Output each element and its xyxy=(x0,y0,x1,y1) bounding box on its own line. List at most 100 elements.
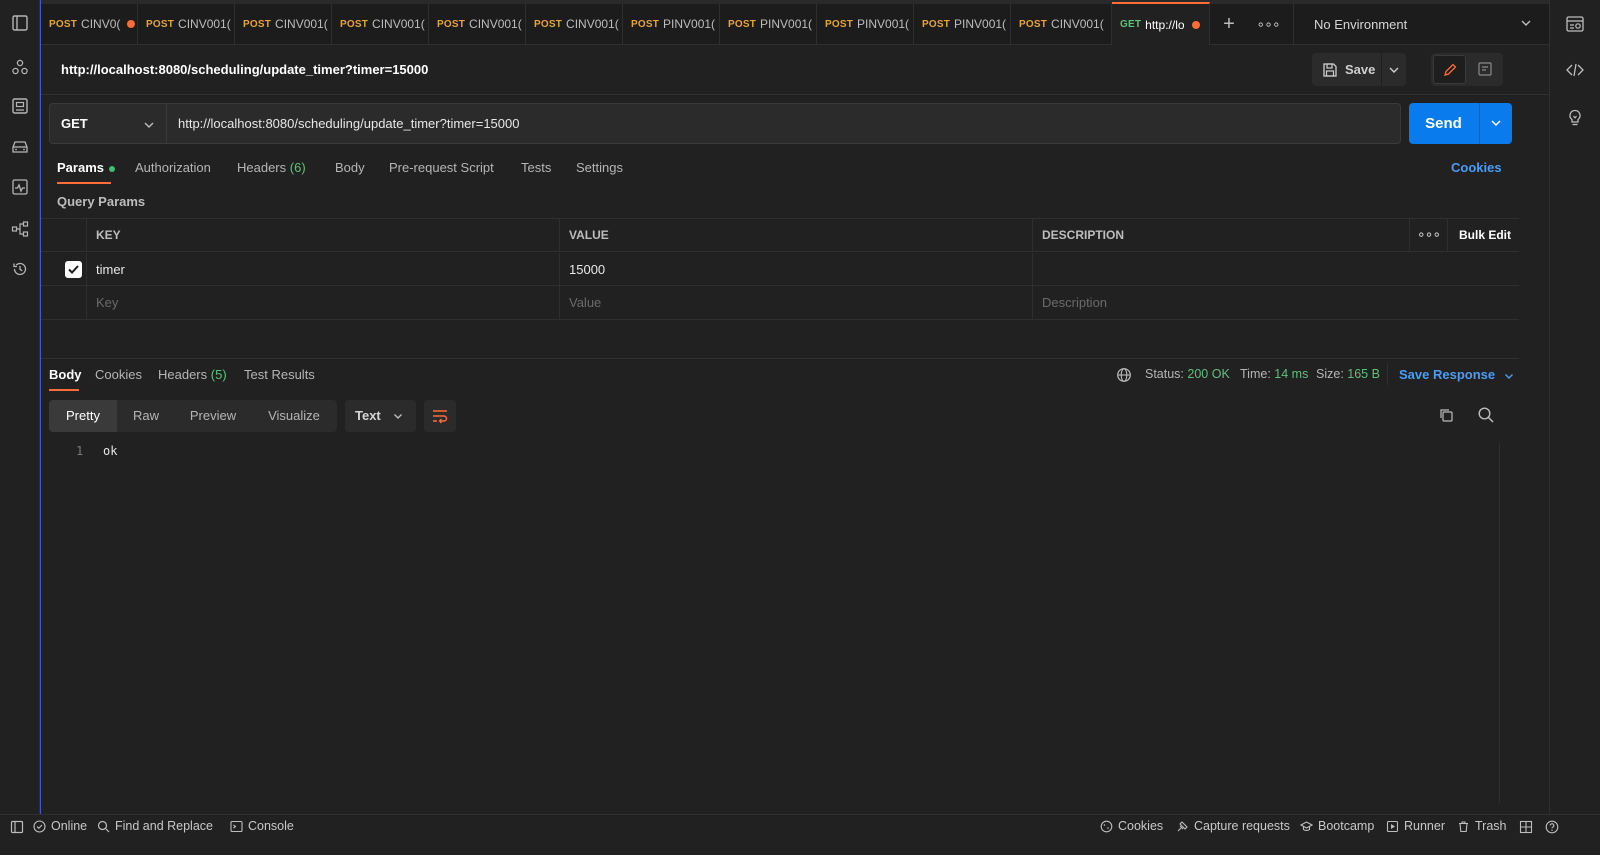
format-pretty[interactable]: Pretty xyxy=(49,400,117,432)
request-tab[interactable]: POST PINV001( xyxy=(817,4,914,44)
search-icon[interactable] xyxy=(1477,406,1495,424)
request-tab[interactable]: POST CINV001( xyxy=(138,4,235,44)
trash-button[interactable]: Trash xyxy=(1457,819,1507,833)
tab-prerequest-script[interactable]: Pre-request Script xyxy=(389,160,494,175)
new-key-field[interactable]: Key xyxy=(86,286,559,319)
param-value[interactable]: 15000 xyxy=(559,253,1032,286)
bulk-edit-button[interactable]: Bulk Edit xyxy=(1447,219,1519,252)
query-params-title: Query Params xyxy=(57,194,146,209)
request-tab[interactable]: POST CINV001( xyxy=(332,4,429,44)
tab-params[interactable]: Params xyxy=(57,160,115,175)
unsaved-dot xyxy=(1191,20,1200,29)
two-pane-view-icon[interactable] xyxy=(1519,820,1533,834)
new-value-field[interactable]: Value xyxy=(559,286,1032,319)
chevron-down-icon[interactable] xyxy=(1387,63,1401,77)
format-raw[interactable]: Raw xyxy=(117,400,175,432)
online-status[interactable]: Online xyxy=(33,819,87,833)
help-icon[interactable] xyxy=(1545,820,1559,834)
request-tab[interactable]: POST CINV001( xyxy=(526,4,623,44)
request-tab[interactable]: POST PINV001( xyxy=(720,4,817,44)
format-preview[interactable]: Preview xyxy=(175,400,251,432)
save-split-divider xyxy=(1381,53,1382,86)
send-button[interactable]: Send xyxy=(1409,103,1512,144)
bootcamp-icon xyxy=(1300,820,1313,831)
column-options-button[interactable]: ∘∘∘ xyxy=(1409,219,1447,252)
collections-icon[interactable] xyxy=(11,14,29,32)
copy-icon[interactable] xyxy=(1438,407,1454,423)
monitors-icon[interactable] xyxy=(11,178,29,196)
response-tab-body[interactable]: Body xyxy=(49,367,82,382)
response-tab-headers[interactable]: Headers (5) xyxy=(158,367,227,382)
response-tab-test-results[interactable]: Test Results xyxy=(244,367,315,382)
active-response-tab-indicator xyxy=(49,389,79,391)
tab-headers[interactable]: Headers (6) xyxy=(237,160,306,175)
history-icon[interactable] xyxy=(11,260,29,278)
table-row: Key Value Description xyxy=(41,286,1519,319)
method-selector[interactable]: GET xyxy=(49,103,167,144)
request-tab[interactable]: POST CINV001( xyxy=(1011,4,1112,44)
tab-method: POST xyxy=(1019,18,1048,30)
new-description-field[interactable]: Description xyxy=(1032,286,1519,319)
cookies-button[interactable]: Cookies xyxy=(1100,819,1163,833)
apis-icon[interactable] xyxy=(11,58,29,76)
cookies-link[interactable]: Cookies xyxy=(1451,160,1502,175)
request-tab[interactable]: POST CINV001( xyxy=(429,4,526,44)
request-title[interactable]: http://localhost:8080/scheduling/update_… xyxy=(61,62,428,77)
flows-icon[interactable] xyxy=(11,220,29,238)
globe-icon[interactable] xyxy=(1116,367,1132,383)
documentation-mode-button[interactable] xyxy=(1469,55,1501,84)
tab-authorization[interactable]: Authorization xyxy=(135,160,211,175)
edit-mode-button[interactable] xyxy=(1433,55,1466,84)
response-pane-divider[interactable] xyxy=(41,358,1519,359)
environment-selector[interactable]: No Environment xyxy=(1293,4,1549,44)
params-active-dot xyxy=(108,165,115,172)
status-info[interactable]: Status: 200 OK xyxy=(1145,367,1230,381)
url-input[interactable] xyxy=(167,103,1401,144)
request-tab[interactable]: POST CINV0( xyxy=(41,4,138,44)
save-button[interactable]: Save xyxy=(1312,53,1406,86)
save-response-button[interactable]: Save Response xyxy=(1399,367,1515,382)
format-visualize[interactable]: Visualize xyxy=(251,400,337,432)
environments-icon[interactable] xyxy=(11,97,29,115)
tab-method: GET xyxy=(1120,19,1142,30)
runner-button[interactable]: Runner xyxy=(1386,819,1445,833)
size-label: Size: xyxy=(1316,367,1344,381)
active-tab-indicator xyxy=(57,182,111,184)
tab-body[interactable]: Body xyxy=(335,160,365,175)
request-tab[interactable]: POST PINV001( xyxy=(914,4,1011,44)
new-tab-button[interactable]: + xyxy=(1217,13,1241,37)
editor-scrollbar[interactable] xyxy=(1499,443,1500,803)
header-divider xyxy=(41,94,1549,95)
tab-options-button[interactable]: ∘∘∘ xyxy=(1255,13,1281,37)
console-button[interactable]: Console xyxy=(230,819,294,833)
response-tab-cookies[interactable]: Cookies xyxy=(95,367,142,382)
param-description[interactable] xyxy=(1032,253,1519,286)
request-tab[interactable]: POST PINV001( xyxy=(623,4,720,44)
toggle-sidebar-icon[interactable] xyxy=(10,820,24,834)
tab-settings[interactable]: Settings xyxy=(576,160,623,175)
find-and-replace-button[interactable]: Find and Replace xyxy=(97,819,213,833)
params-table: KEY VALUE DESCRIPTION ∘∘∘ Bulk Edit time… xyxy=(41,218,1519,320)
mock-servers-icon[interactable] xyxy=(11,138,29,156)
size-info[interactable]: Size: 165 B xyxy=(1316,367,1380,381)
capture-requests-button[interactable]: Capture requests xyxy=(1176,819,1290,833)
chevron-down-icon[interactable] xyxy=(1489,116,1503,130)
wrap-lines-button[interactable] xyxy=(424,400,456,432)
request-tab-active[interactable]: GET http://lo xyxy=(1112,2,1210,45)
response-type-selector[interactable]: Text xyxy=(345,400,416,432)
tab-tests[interactable]: Tests xyxy=(521,160,551,175)
trash-label: Trash xyxy=(1475,819,1507,833)
param-enabled-checkbox[interactable] xyxy=(65,261,82,278)
time-info[interactable]: Time: 14 ms xyxy=(1240,367,1308,381)
lightbulb-icon[interactable] xyxy=(1565,108,1585,128)
environment-label: No Environment xyxy=(1314,16,1408,32)
response-body-editor[interactable]: 1 ok xyxy=(41,440,1519,810)
request-tab[interactable]: POST CINV001( xyxy=(235,4,332,44)
view-mode-toggle xyxy=(1431,53,1503,86)
headers-count: (6) xyxy=(289,160,306,175)
method-label: GET xyxy=(61,116,88,131)
param-key[interactable]: timer xyxy=(86,253,559,286)
environment-quick-look-icon[interactable] xyxy=(1565,14,1585,34)
code-snippet-icon[interactable] xyxy=(1565,60,1585,80)
bootcamp-button[interactable]: Bootcamp xyxy=(1300,819,1374,833)
